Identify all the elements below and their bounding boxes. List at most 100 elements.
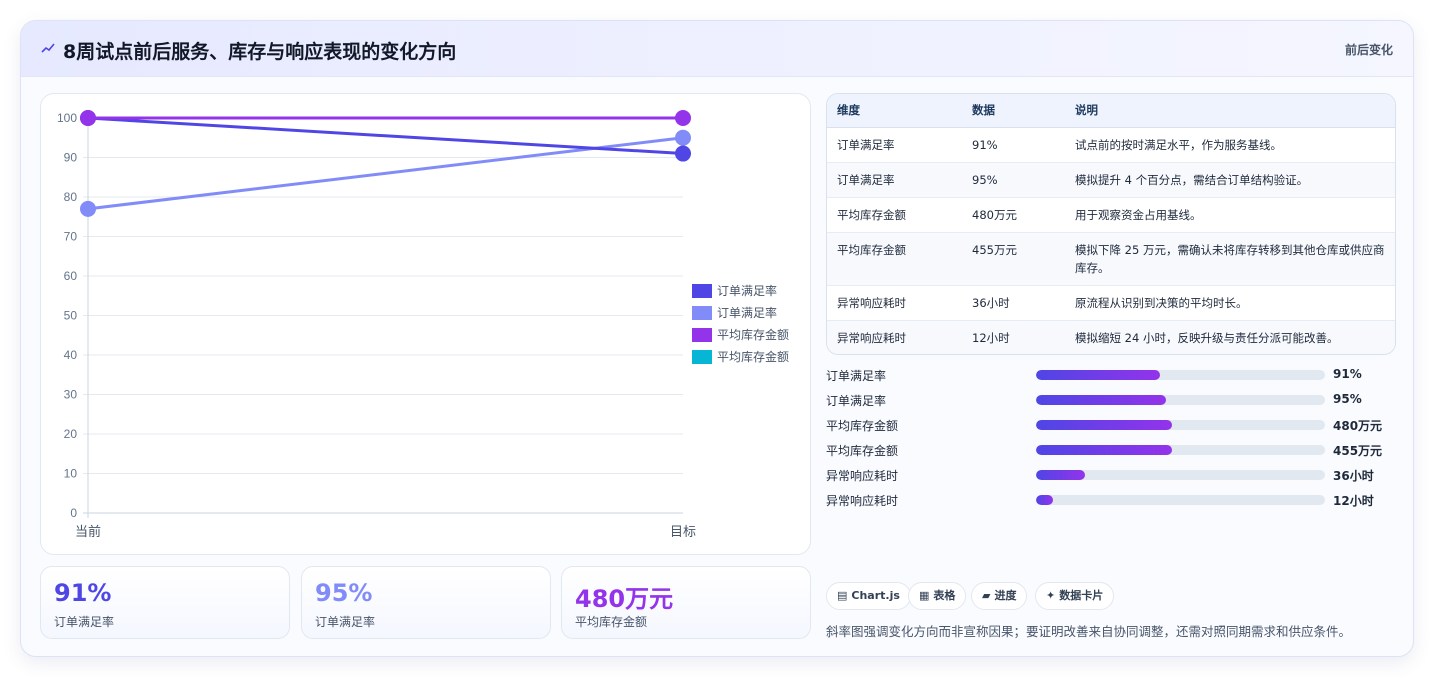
cell-description: 原流程从识别到决策的平均时长。 — [1065, 285, 1395, 321]
table-icon: ▦ — [919, 589, 930, 602]
tag-label: 进度 — [994, 589, 1017, 602]
kpi-card: 91% 订单满足率 — [40, 566, 290, 639]
y-tick-label: 90 — [64, 151, 78, 165]
cell-description: 模拟提升 4 个百分点，需结合订单结构验证。 — [1065, 162, 1395, 198]
progress-value: 480万元 — [1333, 419, 1383, 433]
cell-data: 36小时 — [962, 285, 1065, 321]
cell-data: 455万元 — [962, 232, 1065, 286]
column-header-data: 数据 — [962, 94, 1065, 128]
column-header-dimension: 维度 — [827, 94, 962, 128]
header-badge: 前后变化 — [1344, 43, 1393, 57]
y-tick-label: 100 — [57, 111, 77, 125]
table-row: 异常响应耗时 12小时 模拟缩短 24 小时，反映升级与责任分派可能改善。 — [827, 320, 1395, 354]
cell-data: 95% — [962, 162, 1065, 198]
progress-row: 平均库存金额 480万元 — [826, 415, 1396, 435]
table-row: 异常响应耗时 36小时 原流程从识别到决策的平均时长。 — [827, 285, 1395, 321]
table-row: 订单满足率 91% 试点前的按时满足水平，作为服务基线。 — [827, 127, 1395, 163]
progress-fill — [1036, 445, 1172, 455]
progress-row: 订单满足率 95% — [826, 390, 1396, 410]
slope-chart: 0102030405060708090100当前 目标订单满足率订单满足率平均库存… — [57, 110, 789, 539]
progress-row: 异常响应耗时 36小时 — [826, 465, 1396, 485]
progress-row: 异常响应耗时 12小时 — [826, 490, 1396, 510]
kpi-label: 订单满足率 — [54, 615, 115, 629]
progress-label: 订单满足率 — [826, 369, 887, 383]
progress-track — [1036, 495, 1325, 505]
y-tick-label: 60 — [64, 269, 78, 283]
y-tick-label: 10 — [64, 467, 78, 481]
card-header: 8周试点前后服务、库存与响应表现的变化方向 前后变化 — [21, 21, 1413, 77]
data-point — [675, 145, 691, 162]
table-row: 订单满足率 95% 模拟提升 4 个百分点，需结合订单结构验证。 — [827, 162, 1395, 198]
progress-track — [1036, 445, 1325, 455]
legend-swatch — [692, 350, 712, 364]
x-tick-label: 当前 — [75, 524, 101, 539]
tag-progress[interactable]: ▰ 进度 — [971, 582, 1028, 610]
x-tick-label: 目标 — [670, 524, 696, 539]
progress-row: 平均库存金额 455万元 — [826, 440, 1396, 460]
tag-table[interactable]: ▦ 表格 — [908, 582, 967, 610]
column-header-description: 说明 — [1065, 94, 1395, 128]
y-tick-label: 70 — [64, 230, 78, 244]
progress-label: 平均库存金额 — [826, 419, 899, 433]
cell-description: 试点前的按时满足水平，作为服务基线。 — [1065, 127, 1395, 163]
progress-track — [1036, 395, 1325, 405]
legend-label: 平均库存金额 — [717, 349, 789, 364]
y-tick-label: 80 — [64, 190, 78, 204]
cell-data: 12小时 — [962, 320, 1065, 354]
cell-dimension: 异常响应耗时 — [827, 285, 962, 321]
kpi-value: 95% — [315, 579, 373, 607]
kpi-label: 平均库存金额 — [575, 615, 648, 629]
dashboard-card: 8周试点前后服务、库存与响应表现的变化方向 前后变化 0 10 20 30 40 50 60… — [20, 20, 1414, 657]
data-table: 维度 数据 说明 订单满足率 91% 试点前的按时满足水平，作为服务基线。 订单… — [826, 93, 1396, 355]
cell-description: 用于观察资金占用基线。 — [1065, 197, 1395, 233]
progress-label: 异常响应耗时 — [826, 494, 899, 508]
kpi-label: 订单满足率 — [315, 615, 376, 629]
progress-track — [1036, 470, 1325, 480]
cell-dimension: 订单满足率 — [827, 162, 962, 198]
tag-label: 数据卡片 — [1059, 589, 1104, 602]
cell-description: 模拟缩短 24 小时，反映升级与责任分派可能改善。 — [1065, 320, 1395, 354]
table-header-row: 维度 数据 说明 — [827, 94, 1395, 128]
progress-value: 12小时 — [1333, 494, 1374, 508]
legend-label: 订单满足率 — [717, 283, 777, 298]
cell-dimension: 平均库存金额 — [827, 232, 962, 286]
table-row: 平均库存金额 455万元 模拟下降 25 万元，需确认未将库存转移到其他仓库或供… — [827, 232, 1395, 286]
legend-swatch — [692, 306, 712, 320]
data-point — [675, 129, 691, 146]
progress-row: 订单满足率 91% — [826, 365, 1396, 385]
progress-fill — [1036, 420, 1172, 430]
table-row: 平均库存金额 480万元 用于观察资金占用基线。 — [827, 197, 1395, 233]
cell-dimension: 异常响应耗时 — [827, 320, 962, 354]
data-point — [80, 110, 96, 126]
tag-label: Chart.js — [851, 589, 900, 602]
legend-label: 订单满足率 — [717, 305, 777, 320]
cell-dimension: 订单满足率 — [827, 127, 962, 163]
kpi-card: 480万元 平均库存金额 — [561, 566, 811, 639]
progress-label: 异常响应耗时 — [826, 469, 899, 483]
data-point — [675, 110, 691, 126]
progress-fill — [1036, 470, 1086, 480]
cell-dimension: 平均库存金额 — [827, 197, 962, 233]
y-tick-label: 20 — [64, 427, 78, 441]
legend-swatch — [692, 328, 712, 342]
slope-chart-panel: 0 10 20 30 40 50 60 70 80 90 100 当前 目标 订单满足率 订单满足率 平均库存… — [40, 93, 811, 555]
kpi-card: 95% 订单满足率 — [301, 566, 551, 639]
y-tick-label: 30 — [64, 388, 78, 402]
kpi-value: 91% — [54, 579, 112, 607]
trend-line-icon — [41, 43, 55, 53]
progress-fill — [1036, 495, 1054, 505]
cell-description: 模拟下降 25 万元，需确认未将库存转移到其他仓库或供应商库存。 — [1065, 232, 1395, 286]
progress-track — [1036, 420, 1325, 430]
y-tick-label: 50 — [64, 309, 78, 323]
tag-data-card[interactable]: ✦ 数据卡片 — [1035, 582, 1115, 610]
chart-icon: ▤ — [837, 589, 848, 602]
legend-label: 平均库存金额 — [717, 327, 789, 342]
progress-value: 455万元 — [1333, 444, 1383, 458]
progress-value: 91% — [1333, 367, 1362, 381]
progress-icon: ▰ — [982, 589, 991, 602]
page-title: 8周试点前后服务、库存与响应表现的变化方向 — [63, 41, 457, 63]
y-tick-label: 40 — [64, 348, 78, 362]
tag-chartjs[interactable]: ▤ Chart.js — [826, 582, 911, 610]
tag-label: 表格 — [933, 589, 956, 602]
legend-swatch — [692, 284, 712, 298]
